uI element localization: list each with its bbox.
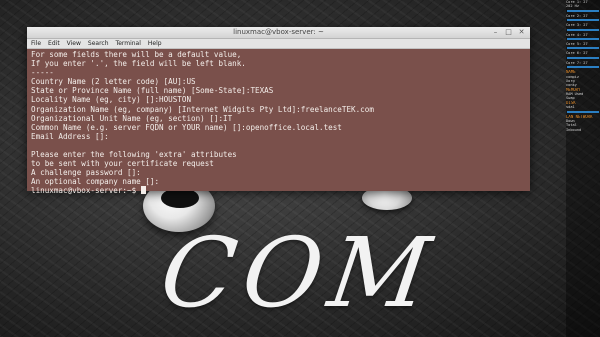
monitor-line: Core 4: 27 [566,32,588,37]
menu-view[interactable]: View [67,39,81,48]
terminal-line: Please enter the following 'extra' attri… [31,150,237,160]
monitor-line: sda1 [566,105,575,110]
maximize-button[interactable]: □ [504,28,513,37]
terminal-line: Email Address []: [31,131,109,141]
monitor-line: Core 7: 27 [566,60,588,65]
terminal-line: Organizational Unit Name (eg, section) [… [31,113,233,123]
terminal-line: State or Province Name (full name) [Some… [31,86,274,96]
minimize-button[interactable]: – [491,28,500,37]
monitor-line: Core 3: 27 [566,23,588,28]
menubar: File Edit View Search Terminal Help [27,39,530,49]
monitor-line: Inbound [566,127,582,132]
text-cursor [140,186,146,195]
terminal-line: An optional company name []: [31,177,160,187]
terminal-line: to be sent with your certificate request [31,159,214,169]
wallpaper-text: COM [154,217,445,329]
terminal-window[interactable]: linuxmac@vbox-server: ~ – □ ✕ File Edit … [27,27,530,195]
terminal-line: A challenge password []: [31,168,141,178]
terminal-line: Common Name (e.g. server FQDN or YOUR na… [31,122,342,132]
menu-terminal[interactable]: Terminal [116,39,141,48]
terminal-line: Locality Name (eg, city) []:HOUSTON [31,95,192,105]
monitor-line: Core 2: 27 [566,13,588,18]
window-controls: – □ ✕ [491,28,526,37]
terminal-line: ----- [31,68,54,78]
terminal-line: Organization Name (eg, company) [Interne… [31,104,374,114]
terminal-output[interactable]: For some fields there will be a default … [27,49,530,197]
monitor-bar [567,66,599,69]
terminal-prompt-line[interactable]: linuxmac@vbox-server:~$ [31,186,526,195]
monitor-bar [567,28,599,31]
monitor-bar [567,47,599,50]
menu-edit[interactable]: Edit [48,39,60,48]
terminal-line: Country Name (2 letter code) [AU]:US [31,77,196,87]
terminal-line: If you enter '.', the field will be left… [31,59,246,69]
monitor-bar [567,19,599,22]
terminal-line: For some fields there will be a default … [31,50,242,59]
monitor-bar [567,110,599,113]
menu-file[interactable]: File [31,39,41,48]
menu-search[interactable]: Search [88,39,109,48]
monitor-line: Core 6: 27 [566,51,588,56]
monitor-bar [567,56,599,59]
shell-prompt: linuxmac@vbox-server:~$ [31,186,141,196]
monitor-bar [567,9,599,12]
menu-help[interactable]: Help [148,39,162,48]
system-monitor-panel: Core 1: 27 202 Hz Core 2: 27 Core 3: 27 … [566,0,600,337]
monitor-line: 202 Hz [566,4,579,9]
window-title: linuxmac@vbox-server: ~ [233,28,324,36]
monitor-bar [567,37,599,40]
monitor-line: Core 5: 27 [566,41,588,46]
window-titlebar[interactable]: linuxmac@vbox-server: ~ – □ ✕ [27,27,530,39]
close-button[interactable]: ✕ [517,28,526,37]
